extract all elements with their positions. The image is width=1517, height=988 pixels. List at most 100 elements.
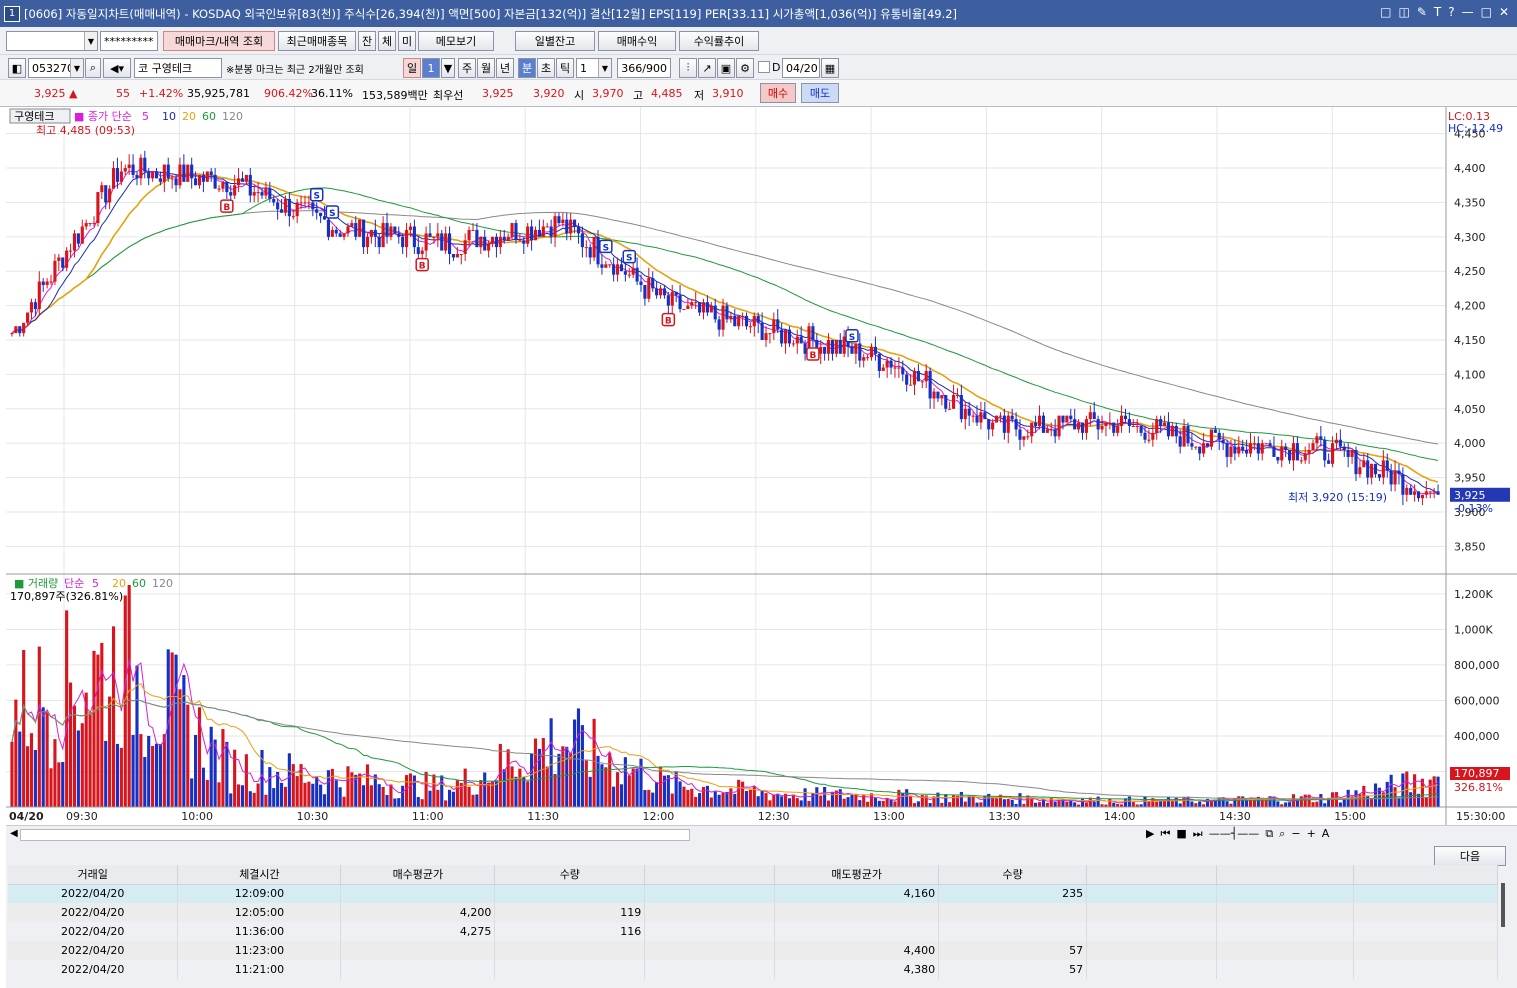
plot-background [6, 107, 1446, 825]
close-icon[interactable]: ✕ [1499, 5, 1509, 19]
table-row[interactable]: 2022/04/20 11:21:00 4,380 57 [8, 960, 1499, 979]
table-row[interactable]: 2022/04/20 11:36:00 4,275 116 [8, 922, 1499, 941]
text-icon[interactable]: T [1434, 5, 1441, 19]
col-sell-avg[interactable]: 매도평균가 [774, 865, 940, 885]
executed-button[interactable]: 체 [378, 31, 396, 51]
period-week-button[interactable]: 주 [458, 58, 476, 78]
table-row[interactable]: 2022/04/20 11:23:00 4,400 57 [8, 941, 1499, 960]
tile-icon[interactable]: □ [1380, 5, 1391, 19]
stock-code-input[interactable]: 053270 ▼ [28, 58, 84, 78]
minus-icon[interactable]: − [1291, 827, 1300, 841]
balance-button[interactable]: 잔 [358, 31, 376, 51]
play-icon[interactable]: ▶ [1146, 827, 1154, 841]
chevron-down-icon[interactable]: ▼ [84, 32, 97, 50]
candle-body [108, 188, 112, 203]
stock-name-field[interactable]: 코 구영테크 [134, 58, 222, 78]
period-n-button[interactable]: 1 [422, 58, 440, 78]
time-tick: 10:30 [297, 810, 329, 823]
window-number[interactable]: 1 [4, 5, 20, 22]
zoom-in-icon[interactable]: ⌕ [1279, 827, 1285, 841]
account-select[interactable]: ▼ [6, 31, 98, 51]
interval-select[interactable]: 1 ▼ [576, 58, 612, 78]
period-tick-button[interactable]: 틱 [556, 58, 574, 78]
candle-body [1385, 460, 1389, 471]
date-checkbox[interactable] [758, 61, 770, 73]
period-day-button[interactable]: 일 [403, 58, 421, 78]
help-icon[interactable]: ? [1448, 5, 1454, 19]
candle-body [905, 374, 909, 385]
count-field[interactable]: 366/900 [617, 58, 671, 78]
pin-icon[interactable]: ✎ [1417, 5, 1427, 19]
draw-icon[interactable]: ↗ [698, 58, 716, 78]
volume-bar [41, 707, 45, 807]
stop-icon[interactable]: ■ [1176, 827, 1186, 841]
volume-bar [319, 784, 323, 807]
chevron-down-icon[interactable]: ▼ [598, 59, 611, 77]
volume-bar [1323, 803, 1327, 807]
col-date[interactable]: 거래일 [8, 865, 179, 885]
unexecuted-button[interactable]: 미 [398, 31, 416, 51]
next-button[interactable]: 다음 [1434, 846, 1506, 866]
col-buy-qty[interactable]: 수량 [494, 865, 646, 885]
date-input[interactable]: 04/20 [782, 58, 820, 78]
trade-mark-query-button[interactable]: 매매마크/내역 조회 [163, 31, 275, 51]
password-field[interactable]: ********* [100, 31, 158, 51]
buy-button[interactable]: 매수 [760, 83, 796, 103]
chevron-down-icon[interactable]: ▼ [70, 59, 83, 77]
minimize-icon[interactable]: — [1462, 5, 1474, 19]
chevron-down-icon[interactable]: ▼ [441, 58, 455, 78]
candle-body [838, 340, 842, 354]
list-scrollbar[interactable] [1501, 883, 1505, 927]
period-year-button[interactable]: 년 [496, 58, 514, 78]
volume-bar [369, 785, 373, 807]
volume-bar [1006, 798, 1010, 807]
memo-button[interactable]: 메모보기 [418, 31, 494, 51]
daily-balance-button[interactable]: 일별잔고 [515, 31, 595, 51]
candle-icon[interactable]: ⫶ [679, 58, 697, 78]
scroll-left-icon[interactable]: ◀ [10, 828, 18, 839]
volume-bar [49, 768, 53, 807]
return-trend-button[interactable]: 수익률추이 [679, 31, 759, 51]
chart-scrollbar[interactable]: ◀ ▶ ⏮ ■ ⏭ ——┤—— ⧉ ⌕ − + A [6, 825, 1517, 843]
zoom-slider[interactable]: ——┤—— [1209, 827, 1260, 841]
candle-body [416, 247, 420, 255]
search-icon[interactable]: ⌕ [85, 58, 101, 78]
save-icon[interactable]: ▣ [717, 58, 735, 78]
speaker-icon[interactable]: ◀▾ [103, 58, 131, 78]
period-second-button[interactable]: 초 [537, 58, 555, 78]
rewind-icon[interactable]: ⏮ [1160, 827, 1170, 841]
layout-icon[interactable]: ◧ [8, 58, 26, 78]
col-buy-avg[interactable]: 매수평균가 [340, 865, 496, 885]
period-month-button[interactable]: 월 [477, 58, 495, 78]
period-minute-button[interactable]: 분 [518, 58, 536, 78]
col-time[interactable]: 체결시간 [177, 865, 342, 885]
candle-body [623, 271, 627, 275]
sell-button[interactable]: 매도 [801, 83, 839, 103]
maximize-icon[interactable]: □ [1481, 5, 1492, 19]
candle-body [1381, 460, 1385, 478]
calendar-icon[interactable]: ▦ [821, 58, 839, 78]
volume-bar [975, 802, 979, 807]
table-row[interactable]: 2022/04/20 12:09:00 4,160 235 [8, 884, 1499, 903]
col-sell-qty[interactable]: 수량 [938, 865, 1088, 885]
candle-body [154, 171, 159, 179]
chart-area[interactable]: BSSBSSBBS 4,450 4,400 4,350 4,300 4,250 4,200… [6, 107, 1517, 825]
candle-body [967, 408, 971, 416]
gear-icon[interactable]: ⚙ [736, 58, 754, 78]
candle-body [737, 315, 741, 327]
volume-bar [780, 796, 784, 807]
stock-chart[interactable]: BSSBSSBBS 4,4504,4004,3504,3004,2504,200… [6, 107, 1517, 825]
table-row[interactable]: 2022/04/20 12:05:00 4,200 119 [8, 903, 1499, 922]
plus-icon[interactable]: + [1307, 827, 1316, 841]
mark-letter: S [329, 209, 335, 219]
split-icon[interactable]: ◫ [1398, 5, 1409, 19]
panel-icon[interactable]: ⧉ [1265, 827, 1273, 841]
volume-bar [760, 790, 764, 807]
scroll-thumb[interactable] [20, 829, 690, 841]
recent-trades-button[interactable]: 최근매매종목 [278, 31, 356, 51]
open-label: 시 [574, 89, 585, 102]
forward-icon[interactable]: ⏭ [1193, 827, 1203, 841]
auto-icon[interactable]: A [1322, 827, 1330, 841]
volume-bar [686, 789, 690, 807]
trade-profit-button[interactable]: 매매수익 [598, 31, 676, 51]
